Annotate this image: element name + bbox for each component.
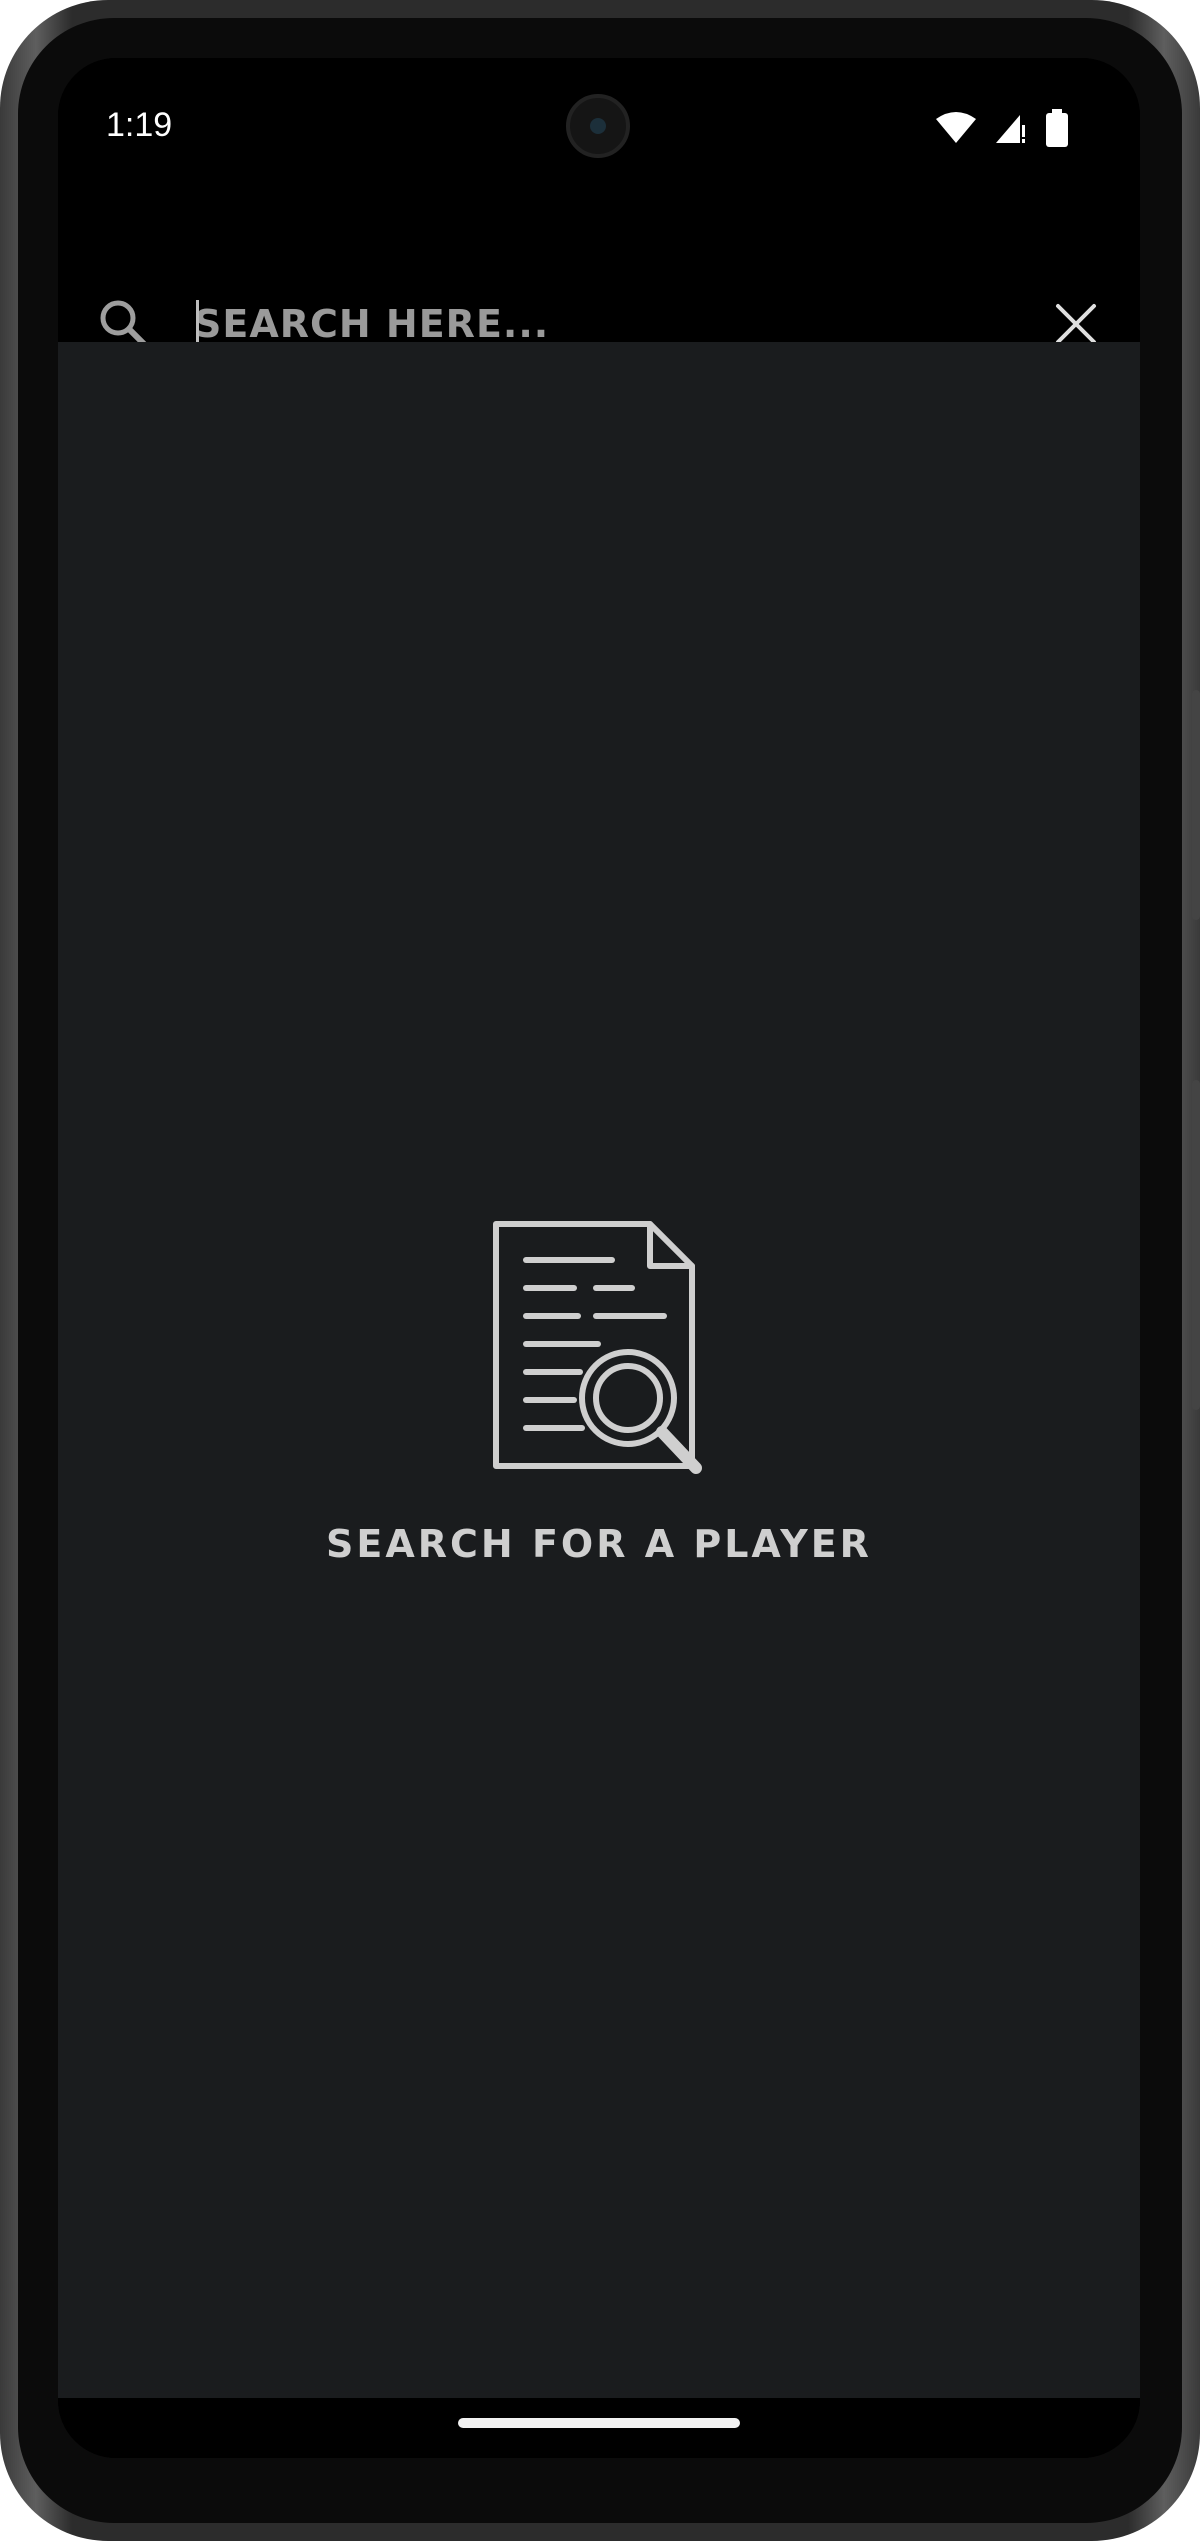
front-camera [566, 94, 630, 158]
battery-icon [1046, 109, 1068, 147]
wifi-icon [936, 112, 976, 143]
search-results-area: SEARCH FOR A PLAYER [58, 342, 1140, 2398]
status-time: 1:19 [106, 106, 173, 144]
empty-state-message: SEARCH FOR A PLAYER [326, 1522, 872, 1566]
volume-button [1192, 1080, 1200, 1410]
cellular-signal-icon [996, 115, 1025, 143]
status-bar: 1:19 [58, 58, 1140, 198]
gesture-nav-bar [58, 2398, 1140, 2458]
app-screen: 1:19 SEARCH HERE... SEARCH FOR A PLAYER [58, 58, 1140, 2458]
text-cursor [196, 300, 199, 346]
document-search-icon [493, 1221, 702, 1474]
status-icons [936, 108, 1068, 148]
phone-frame: 1:19 SEARCH HERE... SEARCH FOR A PLAYER [0, 0, 1200, 2541]
power-button [1192, 690, 1200, 920]
home-indicator[interactable] [458, 2418, 740, 2428]
